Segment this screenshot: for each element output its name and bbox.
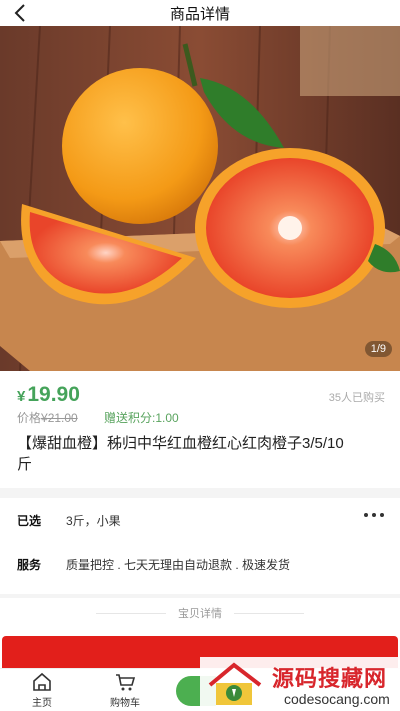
watermark-url: codesocang.com [284,691,390,707]
sold-count: 35人已购买 [328,392,385,404]
watermark-title: 源码搜藏网 [272,667,388,692]
tab-home[interactable]: 主页 [17,672,67,709]
selected-spec-row[interactable]: 已选 3斤，小果 [0,498,400,542]
watermark-house-logo-icon [208,662,262,705]
product-info: ¥19.90 35人已购买 价格¥21.00 赠送积分:1.00 【爆甜血橙】秭… [0,371,400,488]
back-arrow-icon[interactable] [10,3,32,23]
divider-line [234,612,304,614]
selected-label: 已选 [17,513,42,528]
original-price-label: 价格 [17,411,42,425]
service-value: 质量把控 . 七天无理由自动退款 . 极速发货 [66,557,291,572]
service-label: 服务 [17,557,42,572]
service-row[interactable]: 服务 质量把控 . 七天无理由自动退款 . 极速发货 [0,542,400,586]
tab-home-label: 主页 [32,698,52,709]
home-icon [33,672,51,691]
product-title: 【爆甜血橙】秭归中华红血橙红心红肉橙子3/5/10斤 [17,435,344,473]
bonus-points: 赠送积分:1.00 [104,411,179,425]
original-price: 价格¥21.00 [17,409,78,426]
price: ¥19.90 [17,383,80,407]
original-price-value: ¥21.00 [41,411,78,425]
product-image[interactable]: 1/9 [0,26,400,371]
more-dots-icon[interactable] [364,513,384,519]
divider-line [96,612,166,614]
cart-icon [116,674,136,691]
tab-cart-label: 购物车 [110,698,140,709]
selected-value: 3斤，小果 [66,513,121,528]
detail-divider-label: 宝贝详情 [178,608,222,620]
currency-symbol: ¥ [17,388,26,405]
options-panel: 已选 3斤，小果 服务 质量把控 . 七天无理由自动退款 . 极速发货 [0,498,400,594]
image-counter: 1/9 [364,341,392,357]
price-value: 19.90 [27,383,80,406]
top-bar: 商品详情 [0,0,400,26]
detail-divider: 宝贝详情 [0,598,400,628]
page-title: 商品详情 [169,5,230,23]
tab-cart[interactable]: 购物车 [100,672,150,709]
watermark: 源码搜藏网 codesocang.com [200,657,400,711]
